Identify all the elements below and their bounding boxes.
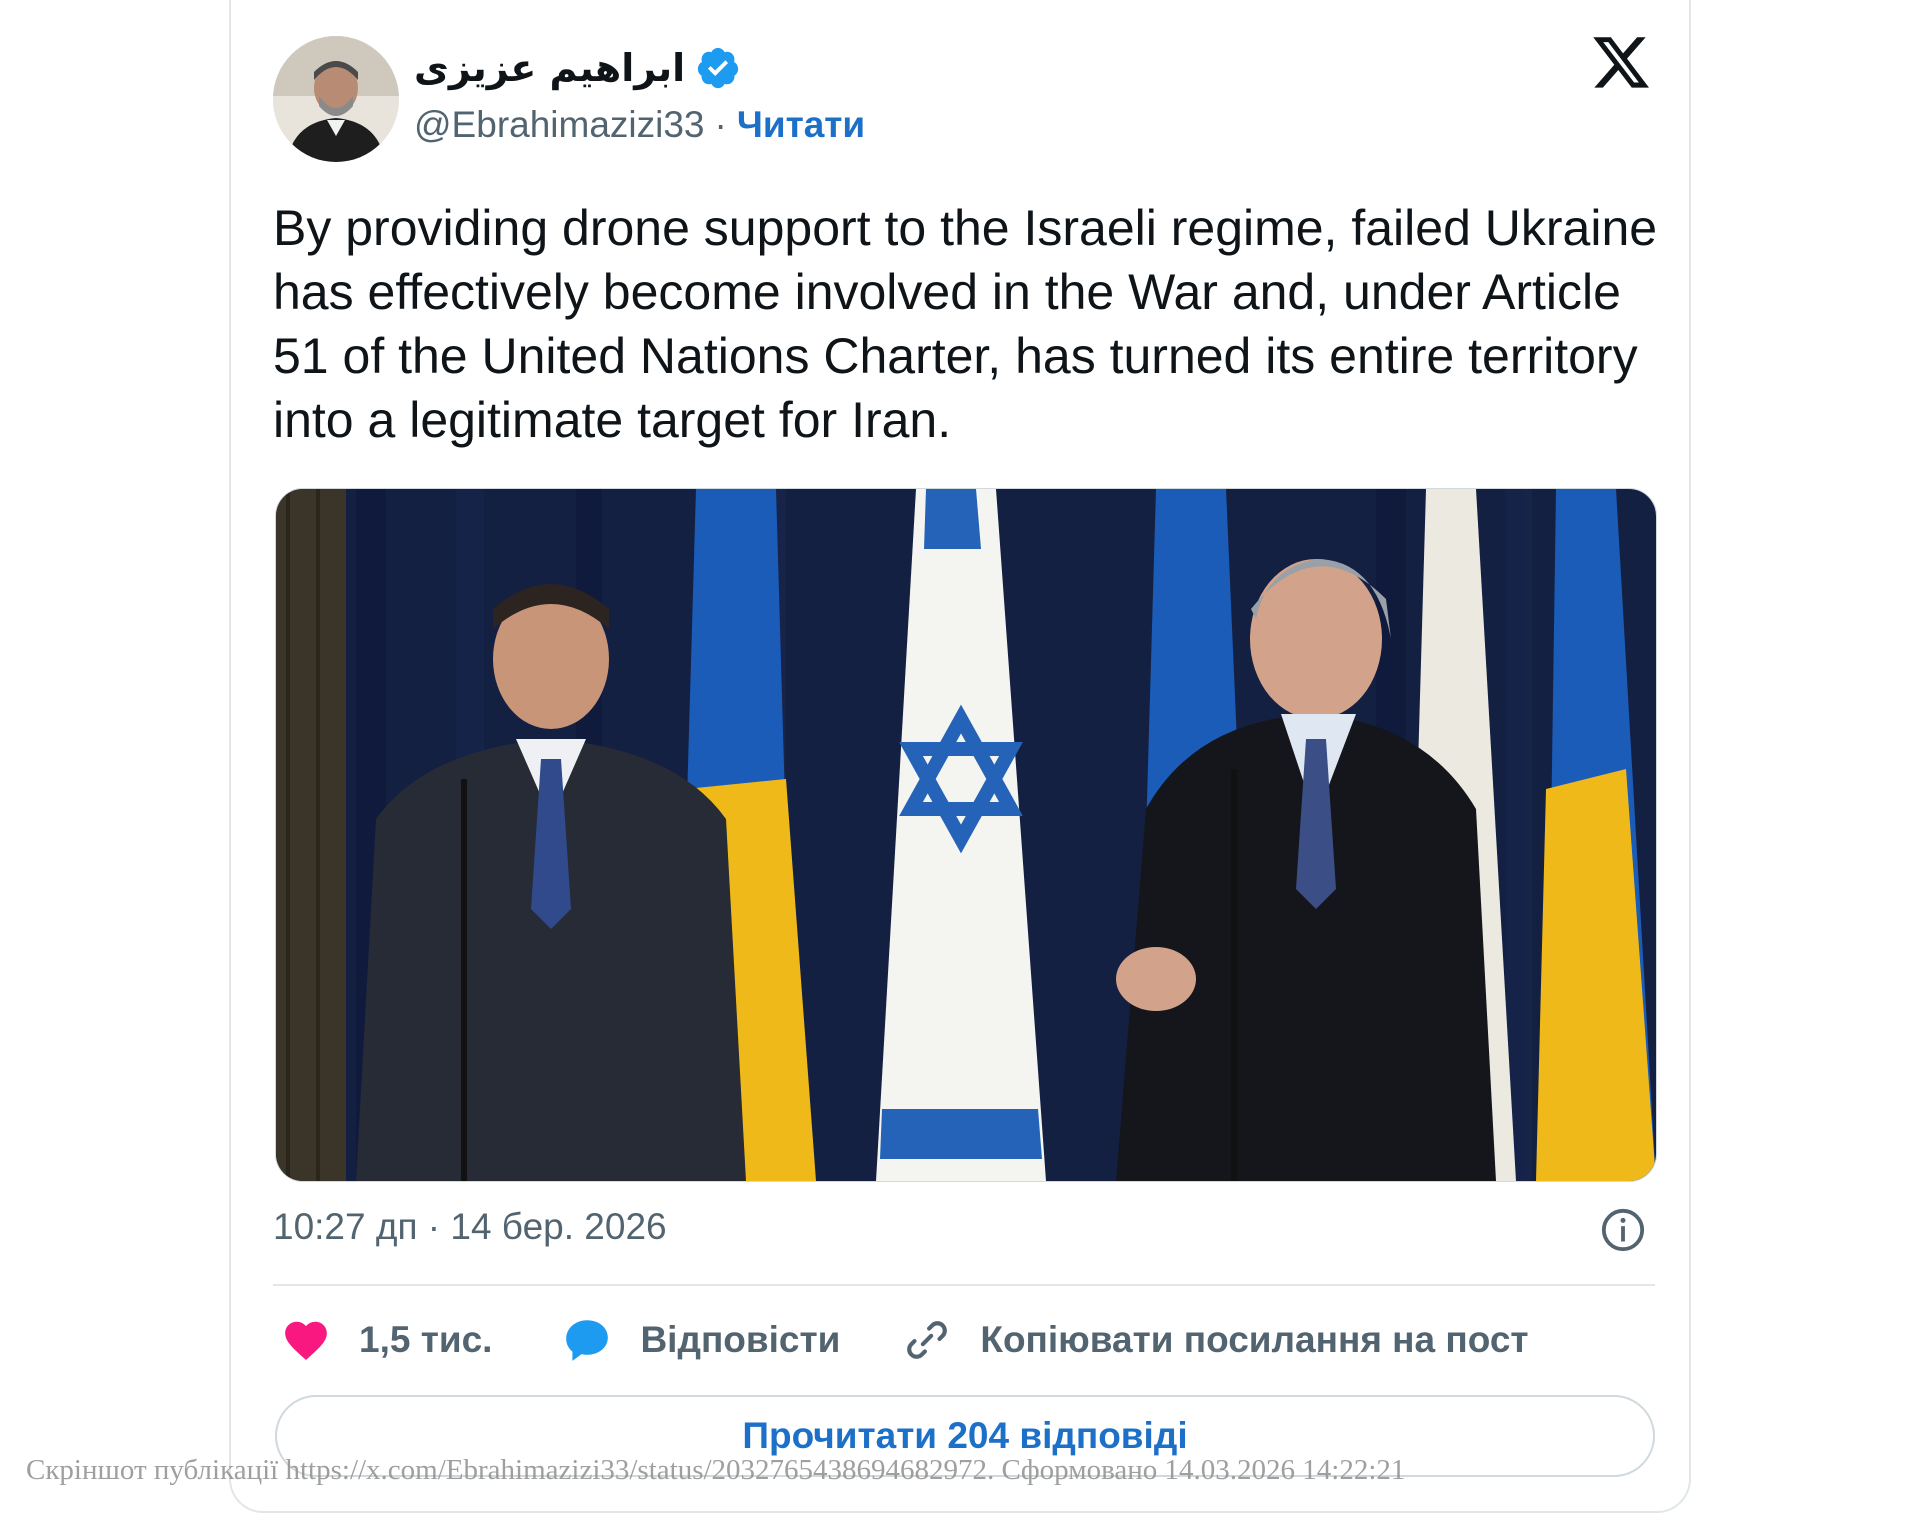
tweet-actions: 1,5 тис. Відповісти Копіювати посилання … <box>281 1310 1529 1370</box>
x-logo-icon[interactable] <box>1590 36 1652 94</box>
tweet-text: By providing drone support to the Israel… <box>273 200 1658 448</box>
author-name[interactable]: ابراهیم عزیزی <box>414 46 685 90</box>
link-icon <box>902 1315 952 1365</box>
like-button[interactable]: 1,5 тис. <box>281 1315 492 1365</box>
reply-button[interactable]: Відповісти <box>562 1315 840 1365</box>
actions-divider <box>273 1284 1655 1286</box>
follow-link[interactable]: Читати <box>737 104 865 146</box>
handle-row: @Ebrahimazizi33 · Читати <box>414 104 865 146</box>
like-count: 1,5 тис. <box>359 1319 493 1360</box>
author-avatar[interactable] <box>273 36 399 162</box>
verified-badge-icon <box>695 45 741 91</box>
screenshot-watermark: Скріншот публікації https://x.com/Ebrahi… <box>26 1454 1406 1486</box>
tweet-photo[interactable] <box>275 488 1657 1182</box>
author-name-row: ابراهیم عزیزی <box>414 42 741 94</box>
info-icon[interactable] <box>1600 1207 1646 1253</box>
heart-icon <box>281 1315 331 1365</box>
handle-separator: · <box>714 104 727 145</box>
author-handle[interactable]: @Ebrahimazizi33 <box>414 104 705 146</box>
screenshot-page: ابراهیم عزیزی @Ebrahimazizi33 · Читати B… <box>0 0 1920 1517</box>
reply-label: Відповісти <box>640 1319 841 1360</box>
copy-link-label: Копіювати посилання на пост <box>980 1319 1529 1360</box>
copy-link-button[interactable]: Копіювати посилання на пост <box>902 1315 1529 1365</box>
speech-bubble-icon <box>562 1315 612 1365</box>
tweet-timestamp[interactable]: 10:27 дп · 14 бер. 2026 <box>273 1206 667 1248</box>
